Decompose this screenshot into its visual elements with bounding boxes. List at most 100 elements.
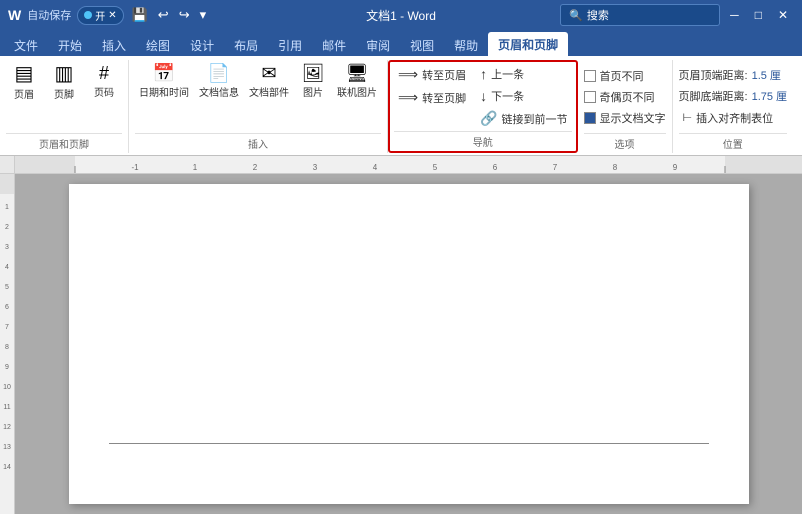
svg-text:3: 3 <box>5 244 9 251</box>
btn-picture-label: 图片 <box>303 84 323 99</box>
btn-goto-header[interactable]: ⟹ 转至页眉 <box>394 64 470 85</box>
goto-footer-icon: ⟹ <box>398 89 418 106</box>
btn-link-prev[interactable]: 🔗 链接到前一节 <box>476 108 571 129</box>
option-odd-even-label: 奇偶页不同 <box>600 89 655 105</box>
ruler: -1 1 2 3 4 5 6 7 8 9 <box>0 156 802 174</box>
doc-title: 文档1 - Word <box>366 7 436 24</box>
word-icon: W <box>8 7 21 23</box>
checkbox-first-page[interactable] <box>584 70 596 82</box>
tab-review[interactable]: 审阅 <box>356 34 400 56</box>
svg-text:13: 13 <box>3 444 11 451</box>
document-area: 1 2 3 4 5 6 7 8 9 10 11 12 13 14 <box>0 174 802 514</box>
autosave-toggle[interactable]: 开 ✕ <box>77 6 123 25</box>
close-btn[interactable]: ✕ <box>772 0 794 30</box>
btn-footer[interactable]: ▥ 页脚 <box>46 62 82 103</box>
tab-help[interactable]: 帮助 <box>444 34 488 56</box>
btn-docparts-label: 文档部件 <box>249 84 289 99</box>
nav-goto-buttons: ⟹ 转至页眉 ⟹ 转至页脚 <box>394 64 470 108</box>
btn-align-tab-label: 插入对齐制表位 <box>696 110 773 126</box>
btn-datetime[interactable]: 📅 日期和时间 <box>135 62 193 101</box>
checkbox-show-text[interactable] <box>584 112 596 124</box>
title-bar-left: W 自动保存 开 ✕ 💾 ↩ ↪ ▾ <box>8 6 208 25</box>
vertical-ruler-svg: 1 2 3 4 5 6 7 8 9 10 11 12 13 14 <box>0 174 15 514</box>
search-icon: 🔍 <box>569 9 583 22</box>
tab-mailings[interactable]: 邮件 <box>312 34 356 56</box>
tab-home[interactable]: 开始 <box>48 34 92 56</box>
more-btn[interactable]: ▾ <box>198 7 209 23</box>
tab-references[interactable]: 引用 <box>268 34 312 56</box>
group-insert-content: 📅 日期和时间 📄 文档信息 ✉ 文档部件 🖼 图片 🖥 联机图片 <box>135 62 381 131</box>
option-first-page-label: 首页不同 <box>600 68 644 84</box>
option-show-text[interactable]: 显示文档文字 <box>584 109 666 127</box>
group-header-footer: ▤ 页眉 ▥ 页脚 # 页码 页眉和页脚 <box>0 60 129 153</box>
group-options-content: 首页不同 奇偶页不同 显示文档文字 <box>584 62 666 131</box>
option-show-text-label: 显示文档文字 <box>600 110 666 126</box>
position-footer-distance: 页脚底端距离: 1.75 厘 <box>679 87 788 105</box>
next-section-icon: ↓ <box>480 88 487 104</box>
btn-picture[interactable]: 🖼 图片 <box>295 62 331 101</box>
title-bar: W 自动保存 开 ✕ 💾 ↩ ↪ ▾ 文档1 - Word 🔍 搜索 ─ □ ✕ <box>0 0 802 30</box>
toggle-dot <box>84 11 92 19</box>
group-insert: 📅 日期和时间 📄 文档信息 ✉ 文档部件 🖼 图片 🖥 联机图片 插入 <box>129 60 388 153</box>
group-position: 页眉顶端距离: 1.5 厘 页脚底端距离: 1.75 厘 ⊢ 插入对齐制表位 位… <box>673 60 794 153</box>
tab-view[interactable]: 视图 <box>400 34 444 56</box>
group-navigation-label: 导航 <box>394 131 572 149</box>
align-tab-icon: ⊢ <box>683 111 693 124</box>
group-position-content: 页眉顶端距离: 1.5 厘 页脚底端距离: 1.75 厘 ⊢ 插入对齐制表位 <box>679 62 788 131</box>
btn-goto-footer[interactable]: ⟹ 转至页脚 <box>394 87 470 108</box>
svg-text:12: 12 <box>3 424 11 431</box>
btn-prev-section[interactable]: ↑ 上一条 <box>476 64 571 84</box>
svg-text:6: 6 <box>5 304 9 311</box>
tab-header-footer[interactable]: 页眉和页脚 <box>488 32 568 56</box>
svg-text:9: 9 <box>673 163 678 172</box>
btn-online-picture[interactable]: 🖥 联机图片 <box>333 62 381 101</box>
title-bar-right: 🔍 搜索 ─ □ ✕ <box>560 0 794 30</box>
btn-header[interactable]: ▤ 页眉 <box>6 62 42 103</box>
tab-layout[interactable]: 布局 <box>224 34 268 56</box>
toggle-close[interactable]: ✕ <box>108 10 116 21</box>
goto-header-icon: ⟹ <box>398 66 418 83</box>
vertical-ruler: 1 2 3 4 5 6 7 8 9 10 11 12 13 14 <box>0 174 15 514</box>
svg-text:4: 4 <box>5 264 9 271</box>
footer-icon: ▥ <box>55 64 74 84</box>
svg-text:4: 4 <box>373 163 378 172</box>
tab-design[interactable]: 设计 <box>180 34 224 56</box>
btn-page-num[interactable]: # 页码 <box>86 62 122 101</box>
toggle-state: 开 <box>95 8 105 23</box>
checkbox-odd-even[interactable] <box>584 91 596 103</box>
tab-file[interactable]: 文件 <box>4 34 48 56</box>
position-footer-value: 1.75 厘 <box>752 88 787 104</box>
search-box[interactable]: 🔍 搜索 <box>560 4 720 26</box>
svg-text:14: 14 <box>3 464 11 471</box>
save-btn[interactable]: 💾 <box>130 7 150 23</box>
svg-text:8: 8 <box>5 344 9 351</box>
restore-btn[interactable]: □ <box>749 0 768 30</box>
option-odd-even[interactable]: 奇偶页不同 <box>584 88 655 106</box>
btn-online-picture-label: 联机图片 <box>337 84 377 99</box>
ruler-svg: -1 1 2 3 4 5 6 7 8 9 <box>15 156 802 174</box>
position-header-value: 1.5 厘 <box>752 67 781 83</box>
tab-insert[interactable]: 插入 <box>92 34 136 56</box>
svg-text:5: 5 <box>433 163 438 172</box>
redo-btn[interactable]: ↪ <box>177 7 192 23</box>
btn-align-tab[interactable]: ⊢ 插入对齐制表位 <box>679 108 778 128</box>
header-line <box>109 443 709 444</box>
option-first-page[interactable]: 首页不同 <box>584 67 644 85</box>
btn-next-section[interactable]: ↓ 下一条 <box>476 86 571 106</box>
svg-text:10: 10 <box>3 384 11 391</box>
btn-docinfo[interactable]: 📄 文档信息 <box>195 62 243 101</box>
link-prev-icon: 🔗 <box>480 110 497 127</box>
nav-section-buttons: ↑ 上一条 ↓ 下一条 🔗 链接到前一节 <box>476 64 571 129</box>
undo-btn[interactable]: ↩ <box>156 7 171 23</box>
btn-goto-footer-label: 转至页脚 <box>422 90 466 106</box>
prev-section-icon: ↑ <box>480 66 487 82</box>
svg-text:8: 8 <box>613 163 618 172</box>
btn-docparts[interactable]: ✉ 文档部件 <box>245 62 293 101</box>
search-placeholder: 搜索 <box>587 7 609 23</box>
tab-draw[interactable]: 绘图 <box>136 34 180 56</box>
picture-icon: 🖼 <box>302 64 325 82</box>
minimize-btn[interactable]: ─ <box>724 0 745 30</box>
doc-page-area <box>15 174 802 514</box>
ribbon-tabs: 文件 开始 插入 绘图 设计 布局 引用 邮件 审阅 视图 帮助 页眉和页脚 <box>0 30 802 56</box>
svg-text:11: 11 <box>3 404 10 411</box>
